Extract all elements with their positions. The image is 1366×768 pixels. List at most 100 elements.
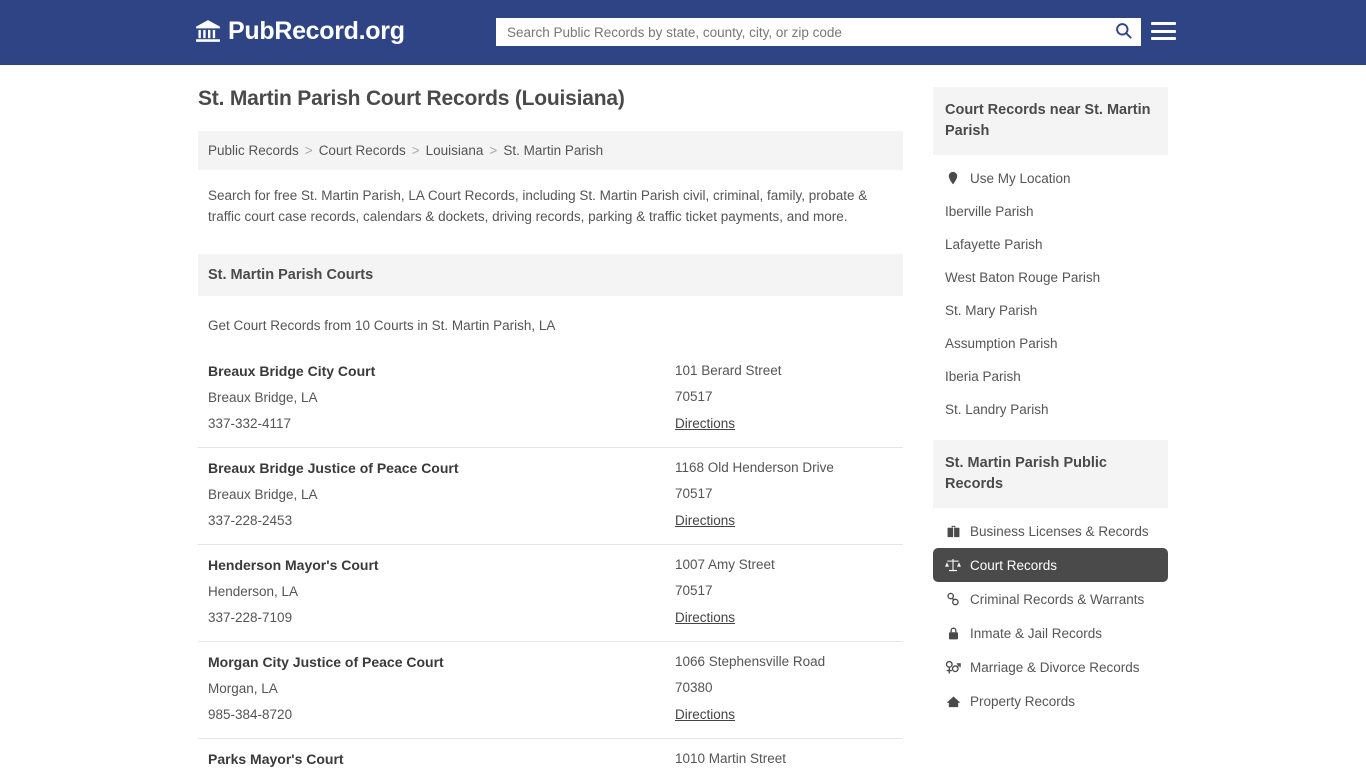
table-row: Henderson Mayor's Court Henderson, LA 33… <box>198 545 903 642</box>
court-info: Parks Mayor's Court Parks, LA 337-845-41… <box>208 751 675 768</box>
court-address: 101 Berard Street 70517 Directions <box>675 363 893 433</box>
sidebar-item-label: Marriage & Divorce Records <box>970 659 1140 675</box>
scales-of-justice-icon <box>945 557 961 573</box>
sidebar-item-label: West Baton Rouge Parish <box>945 270 1101 286</box>
court-list: Breaux Bridge City Court Breaux Bridge, … <box>198 351 903 768</box>
court-city-state: Morgan, LA <box>208 680 278 696</box>
sidebar-item-label: Criminal Records & Warrants <box>970 591 1145 607</box>
sidebar-item-criminal-records[interactable]: Criminal Records & Warrants <box>933 582 1168 616</box>
sidebar-item-label: Iberville Parish <box>945 204 1034 220</box>
sidebar-item-st-mary-parish[interactable]: St. Mary Parish <box>933 294 1168 327</box>
court-name: Parks Mayor's Court <box>208 750 344 767</box>
table-row: Breaux Bridge Justice of Peace Court Bre… <box>198 448 903 545</box>
directions-link[interactable]: Directions <box>675 416 735 431</box>
court-street: 1168 Old Henderson Drive <box>675 459 834 475</box>
hamburger-bar <box>1151 22 1176 25</box>
court-zip: 70517 <box>675 388 713 404</box>
breadcrumb-item-louisiana[interactable]: Louisiana <box>426 143 484 158</box>
sidebar-item-use-my-location[interactable]: Use My Location <box>933 161 1168 195</box>
court-city-state: Breaux Bridge, LA <box>208 486 318 502</box>
courts-section-subheading: Get Court Records from 10 Courts in St. … <box>208 317 556 333</box>
court-street: 1007 Amy Street <box>675 556 775 572</box>
directions-link[interactable]: Directions <box>675 513 735 528</box>
page-body: St. Martin Parish Court Records (Louisia… <box>0 65 1366 768</box>
sidebar-item-label: Assumption Parish <box>945 336 1058 352</box>
court-name: Breaux Bridge Justice of Peace Court <box>208 459 459 476</box>
sidebar-item-business-licenses[interactable]: Business Licenses & Records <box>933 514 1168 548</box>
court-phone: 337-228-7109 <box>208 609 293 625</box>
directions-link[interactable]: Directions <box>675 707 735 722</box>
sidebar-item-lafayette-parish[interactable]: Lafayette Parish <box>933 228 1168 261</box>
table-row: Breaux Bridge City Court Breaux Bridge, … <box>198 351 903 448</box>
court-address: 1066 Stephensville Road 70380 Directions <box>675 654 893 724</box>
search-input[interactable] <box>497 19 1106 45</box>
court-street: 1010 Martin Street <box>675 750 787 766</box>
sidebar-item-label: Use My Location <box>970 170 1071 186</box>
court-address: 1007 Amy Street 70517 Directions <box>675 557 893 627</box>
sidebar-box-nearby: Court Records near St. Martin Parish Use… <box>933 87 1168 426</box>
court-name: Breaux Bridge City Court <box>208 362 376 379</box>
court-street: 101 Berard Street <box>675 362 782 378</box>
sidebar: Court Records near St. Martin Parish Use… <box>933 87 1168 768</box>
page-intro-text: Search for free St. Martin Parish, LA Co… <box>208 188 868 224</box>
briefcase-icon <box>945 523 961 539</box>
court-info: Breaux Bridge City Court Breaux Bridge, … <box>208 363 675 433</box>
sidebar-item-inmate-jail-records[interactable]: Inmate & Jail Records <box>933 616 1168 650</box>
gender-symbols-icon <box>945 659 961 675</box>
sidebar-item-label: Lafayette Parish <box>945 237 1043 253</box>
breadcrumb-separator: > <box>304 143 313 158</box>
search-bar <box>496 18 1141 46</box>
page-title: St. Martin Parish Court Records (Louisia… <box>198 87 625 110</box>
court-zip: 70380 <box>675 679 713 695</box>
court-phone: 337-332-4117 <box>208 415 292 431</box>
hamburger-menu-icon[interactable] <box>1151 20 1176 42</box>
search-button[interactable] <box>1106 19 1140 45</box>
site-logo-link[interactable]: PubRecord.org <box>195 18 405 44</box>
sidebar-item-label: St. Mary Parish <box>945 303 1038 319</box>
handcuffs-icon <box>945 591 961 607</box>
house-icon <box>945 693 961 709</box>
sidebar-item-label: Business Licenses & Records <box>970 523 1149 539</box>
sidebar-item-st-landry-parish[interactable]: St. Landry Parish <box>933 393 1168 426</box>
court-address: 1010 Martin Street 70582 Directions <box>675 751 893 768</box>
hamburger-bar <box>1151 37 1176 40</box>
court-zip: 70517 <box>675 582 713 598</box>
sidebar-item-label: Inmate & Jail Records <box>970 625 1103 641</box>
court-phone: 985-384-8720 <box>208 706 293 722</box>
court-street: 1066 Stephensville Road <box>675 653 826 669</box>
main-column: St. Martin Parish Court Records (Louisia… <box>198 87 903 768</box>
sidebar-item-label: Court Records <box>970 557 1058 573</box>
sidebar-item-iberia-parish[interactable]: Iberia Parish <box>933 360 1168 393</box>
breadcrumb-item-court-records[interactable]: Court Records <box>319 143 406 158</box>
sidebar-list-public-records: Business Licenses & Records Court Record… <box>933 508 1168 718</box>
breadcrumb-item-public-records[interactable]: Public Records <box>208 143 299 158</box>
sidebar-item-property-records[interactable]: Property Records <box>933 684 1168 718</box>
court-city-state: Henderson, LA <box>208 583 299 599</box>
table-row: Morgan City Justice of Peace Court Morga… <box>198 642 903 739</box>
sidebar-item-label: Property Records <box>970 693 1076 709</box>
sidebar-item-west-baton-rouge-parish[interactable]: West Baton Rouge Parish <box>933 261 1168 294</box>
breadcrumb: Public Records > Court Records > Louisia… <box>198 131 903 170</box>
sidebar-item-label: Iberia Parish <box>945 369 1021 385</box>
court-info: Morgan City Justice of Peace Court Morga… <box>208 654 675 724</box>
table-row: Parks Mayor's Court Parks, LA 337-845-41… <box>198 739 903 768</box>
sidebar-item-iberville-parish[interactable]: Iberville Parish <box>933 195 1168 228</box>
sidebar-box-public-records: St. Martin Parish Public Records Busines… <box>933 440 1168 718</box>
brand-name: PubRecord.org <box>228 16 405 45</box>
content-wrapper: St. Martin Parish Court Records (Louisia… <box>198 65 1168 768</box>
courts-section-heading: St. Martin Parish Courts <box>198 253 903 296</box>
court-zip: 70517 <box>675 485 713 501</box>
sidebar-item-assumption-parish[interactable]: Assumption Parish <box>933 327 1168 360</box>
sidebar-heading-nearby: Court Records near St. Martin Parish <box>933 87 1168 156</box>
court-name: Morgan City Justice of Peace Court <box>208 653 444 670</box>
court-city-state: Breaux Bridge, LA <box>208 389 318 405</box>
sidebar-item-marriage-divorce-records[interactable]: Marriage & Divorce Records <box>933 650 1168 684</box>
sidebar-item-court-records[interactable]: Court Records <box>933 548 1168 583</box>
bank-building-icon <box>195 18 221 44</box>
court-name: Henderson Mayor's Court <box>208 556 379 573</box>
search-icon <box>1114 21 1133 43</box>
sidebar-heading-public-records: St. Martin Parish Public Records <box>933 440 1168 509</box>
court-info: Henderson Mayor's Court Henderson, LA 33… <box>208 557 675 627</box>
breadcrumb-item-st-martin-parish[interactable]: St. Martin Parish <box>503 143 603 158</box>
directions-link[interactable]: Directions <box>675 610 735 625</box>
